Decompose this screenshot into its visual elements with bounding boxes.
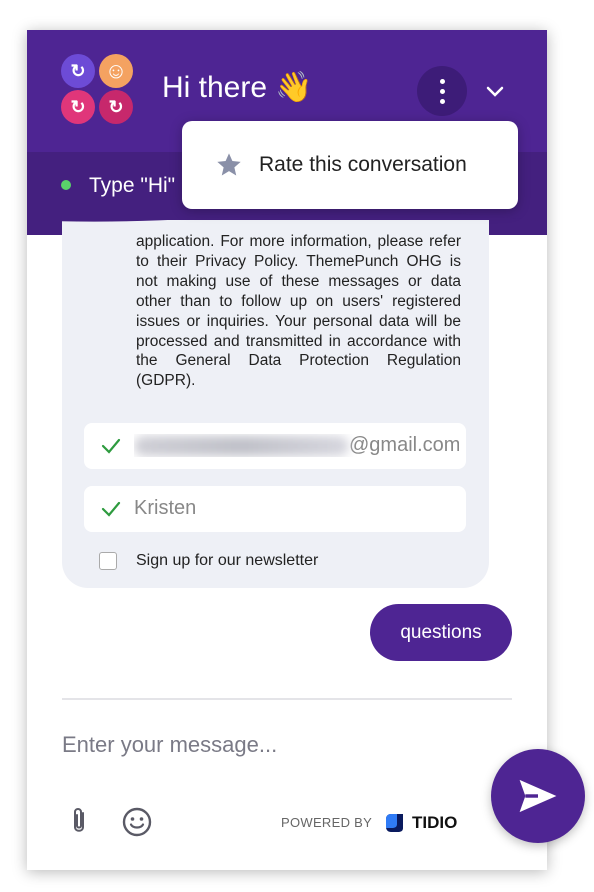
chevron-down-icon[interactable] [485,82,505,102]
star-icon [217,153,241,176]
powered-by-label: POWERED BY [281,815,373,830]
greeting-text: Hi there [162,71,268,104]
status-text: Type "Hi" [89,174,176,197]
chat-widget: ↻ ☺ ↻ ↻ Hi there 👋 Type "Hi" application… [27,30,547,870]
greeting-title: Hi there 👋 [162,70,313,105]
operator-avatars: ↻ ☺ ↻ ↻ [61,54,137,130]
privacy-form-message: application. For more information, pleas… [62,220,489,588]
name-value: Kristen [134,497,197,519]
tidio-brand[interactable]: TIDIO [412,813,457,833]
header-wave [27,200,547,222]
newsletter-checkbox[interactable] [99,552,117,570]
email-value: @gmail.com [134,434,459,457]
newsletter-option[interactable]: Sign up for our newsletter [99,552,318,570]
blurred-email-local [134,435,349,456]
message-input[interactable] [62,720,462,770]
rate-conversation-item[interactable]: Rate this conversation [259,153,467,177]
avatar: ↻ [61,54,95,88]
user-message-bubble: questions [370,604,512,661]
name-field[interactable]: Kristen [84,486,466,532]
email-field[interactable]: @gmail.com [84,423,466,469]
attachment-icon[interactable] [65,805,93,837]
avatar: ↻ [61,90,95,124]
avatar: ☺ [99,54,133,88]
tidio-logo-icon [386,814,403,832]
dot [439,78,445,84]
composer-divider [62,698,512,700]
send-button[interactable] [491,749,585,843]
more-options-button[interactable] [417,66,467,116]
online-status-dot [61,180,71,190]
options-dropdown: Rate this conversation [182,121,518,209]
newsletter-label: Sign up for our newsletter [136,552,319,569]
avatar: ↻ [99,90,133,124]
dot [439,98,445,104]
checkmark-icon [101,501,121,517]
dot [439,88,445,94]
checkmark-icon [101,438,121,454]
emoji-icon[interactable] [121,806,153,838]
waving-hand-icon: 👋 [275,71,313,104]
send-icon [519,779,557,813]
